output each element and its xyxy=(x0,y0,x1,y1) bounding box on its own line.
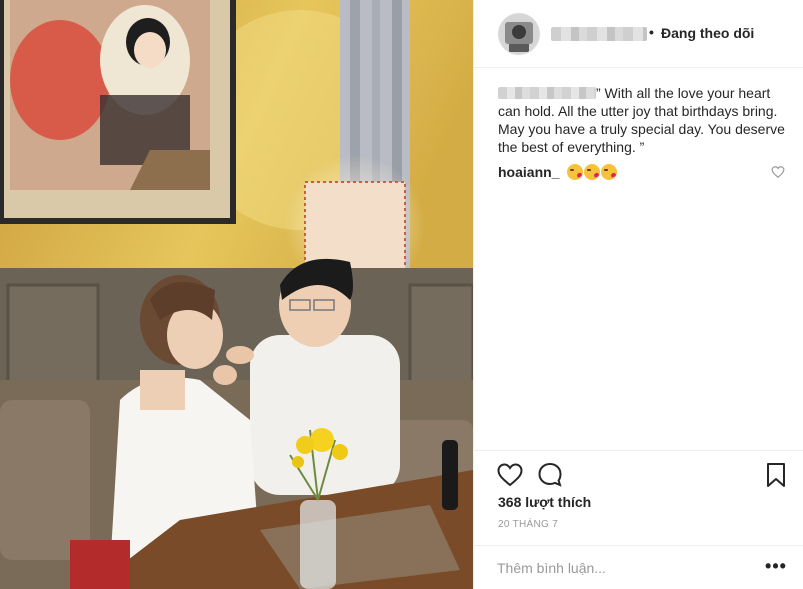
action-bar xyxy=(474,450,803,496)
separator-dot: • xyxy=(649,24,654,40)
likes-count[interactable]: 368 lượt thích xyxy=(498,494,591,510)
post-date[interactable]: 20 THÁNG 7 xyxy=(498,519,558,530)
following-button[interactable]: Đang theo dõi xyxy=(661,25,754,41)
comment-input[interactable] xyxy=(497,558,747,578)
comment-username[interactable]: hoaiann_ xyxy=(498,164,559,180)
add-comment-bar: ••• xyxy=(474,545,803,589)
post-photo-image xyxy=(0,0,473,589)
kiss-emoji-icon xyxy=(601,164,618,180)
save-bookmark-icon[interactable] xyxy=(762,461,790,489)
comment-row: hoaiann_ xyxy=(498,162,618,182)
comment-like-heart-icon[interactable] xyxy=(771,165,785,179)
like-heart-icon[interactable] xyxy=(496,461,524,489)
avatar-icon[interactable] xyxy=(498,13,540,55)
avatar-shape xyxy=(509,44,529,52)
post-caption: ” With all the love your heart can hold.… xyxy=(498,84,788,156)
blurred-username[interactable] xyxy=(551,27,647,41)
blurred-caption-username[interactable] xyxy=(498,87,596,99)
comment-bubble-icon[interactable] xyxy=(536,461,564,489)
post-sidebar: • Đang theo dõi ” With all the love your… xyxy=(473,0,803,589)
more-options-button[interactable]: ••• xyxy=(764,556,788,580)
post-header: • Đang theo dõi xyxy=(474,0,803,68)
kiss-emoji-icon xyxy=(584,164,601,180)
post-photo[interactable] xyxy=(0,0,473,589)
kiss-emoji-icon xyxy=(567,164,584,180)
avatar-shape xyxy=(512,25,526,39)
